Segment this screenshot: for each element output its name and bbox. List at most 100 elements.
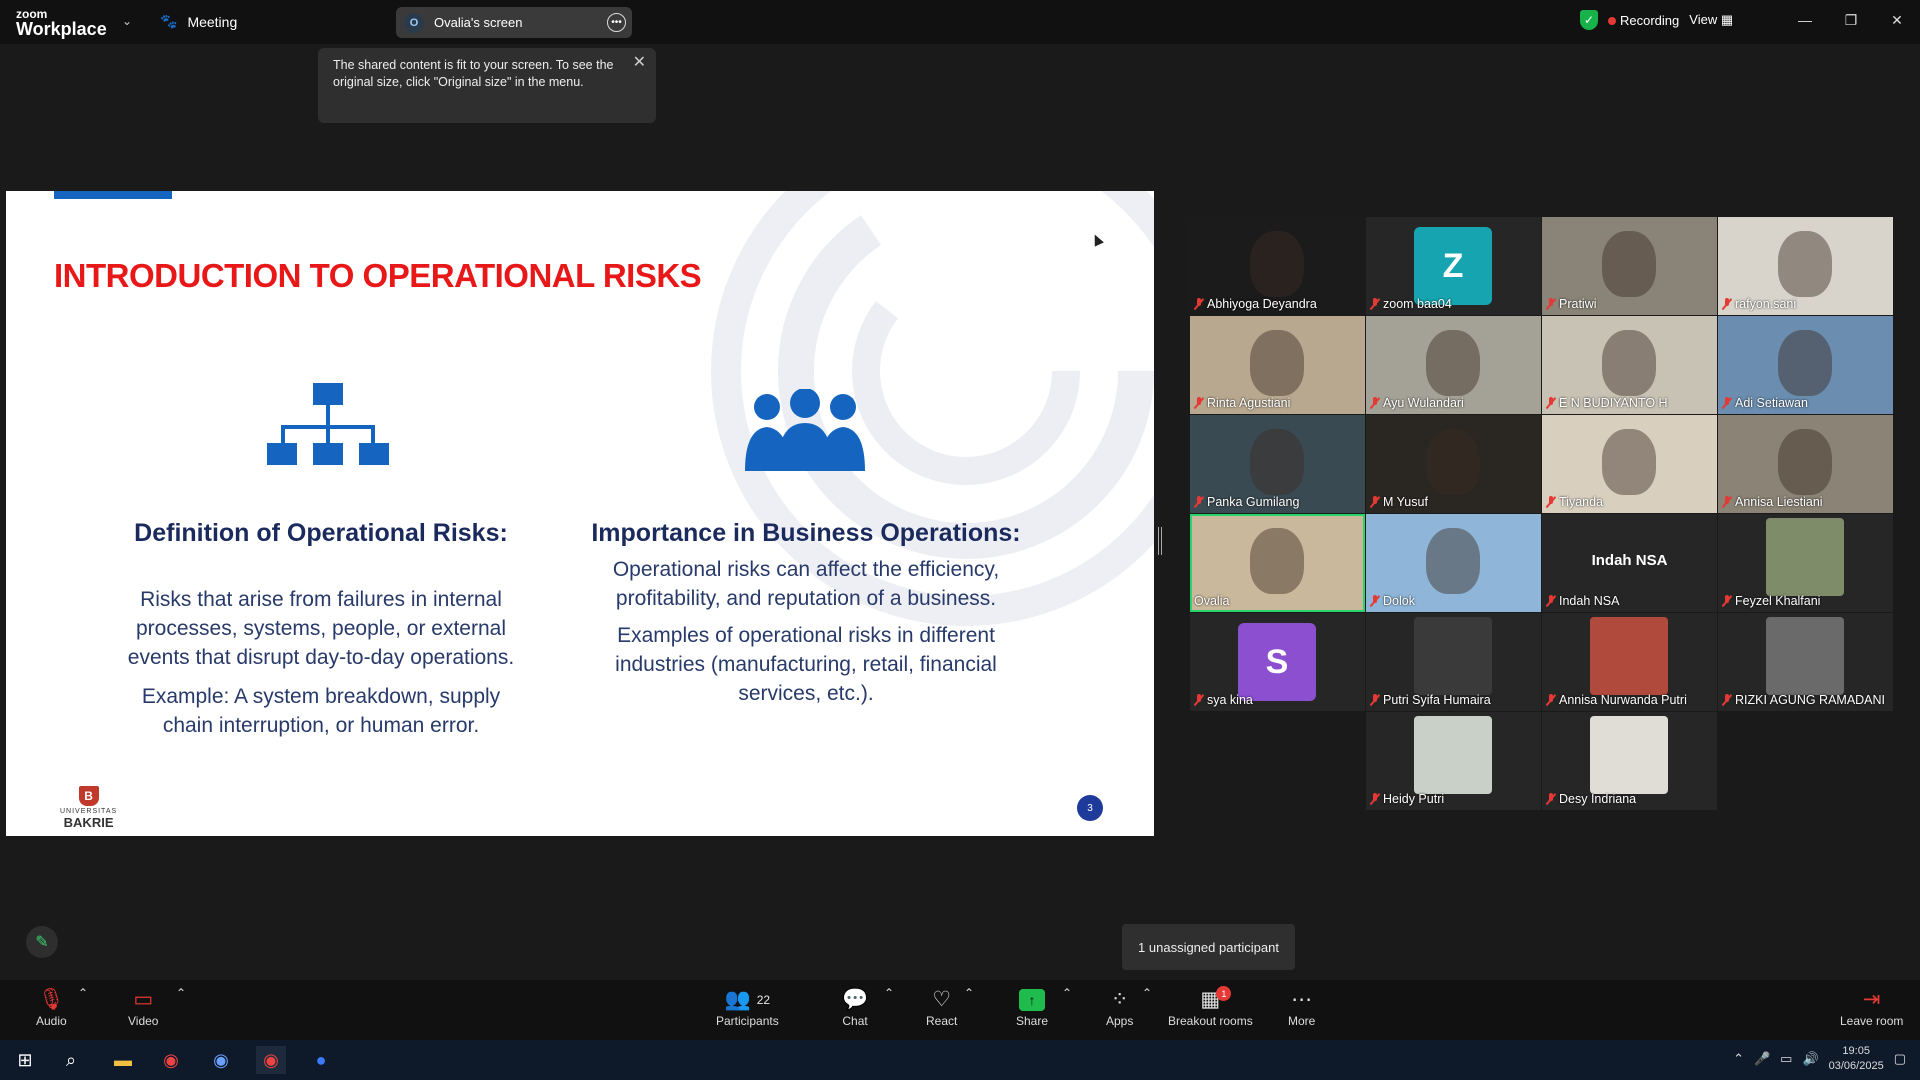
network-icon[interactable]: ▭: [1780, 1051, 1792, 1067]
participant-avatar: Z: [1414, 227, 1492, 305]
participant-tile[interactable]: Indah NSA Indah NSA: [1542, 514, 1717, 612]
participant-tile[interactable]: Ovalia: [1190, 514, 1365, 612]
participant-tile[interactable]: Desy Indriana: [1542, 712, 1717, 810]
participant-tile[interactable]: M Yusuf: [1366, 415, 1541, 513]
annotate-pen-icon[interactable]: ✎: [26, 926, 58, 958]
definition-body: Risks that arise from failures in intern…: [127, 588, 515, 669]
split-divider-handle[interactable]: [1158, 527, 1162, 555]
participant-name: Ayu Wulandari: [1370, 396, 1464, 410]
participant-tile[interactable]: E N BUDIYANTO H: [1542, 316, 1717, 414]
mic-muted-icon: [1722, 694, 1732, 706]
microphone-icon[interactable]: 🎤: [1754, 1051, 1770, 1067]
chrome-active-icon[interactable]: ◉: [256, 1046, 286, 1074]
participant-tile[interactable]: Abhiyoga Deyandra: [1190, 217, 1365, 315]
react-button[interactable]: ♡ React: [926, 986, 957, 1028]
participant-tile[interactable]: Putri Syifa Humaira: [1366, 613, 1541, 711]
restore-icon[interactable]: ❐: [1828, 0, 1874, 40]
close-icon[interactable]: ✕: [1874, 0, 1920, 40]
participant-tile[interactable]: Ayu Wulandari: [1366, 316, 1541, 414]
participants-button[interactable]: 👥 22 Participants: [716, 986, 779, 1028]
system-tray: ⌃ 🎤 ▭ 🔊 19:05 03/06/2025 ▢: [1733, 1044, 1906, 1074]
breakout-rooms-button[interactable]: ▦ 1 Breakout rooms: [1168, 986, 1253, 1028]
participant-tile[interactable]: Pratiwi: [1542, 217, 1717, 315]
mic-muted-icon: [1722, 496, 1732, 508]
participant-tile[interactable]: Annisa Nurwanda Putri: [1542, 613, 1717, 711]
more-button[interactable]: ⋯ More: [1288, 986, 1315, 1028]
participant-tile[interactable]: RIZKI AGUNG RAMADANI: [1718, 613, 1893, 711]
participant-tile[interactable]: Heidy Putri: [1366, 712, 1541, 810]
leave-room-button[interactable]: ⇥ Leave room: [1840, 986, 1903, 1028]
participant-tile[interactable]: Panka Gumilang: [1190, 415, 1365, 513]
apps-options-chevron-icon[interactable]: ⌃: [1142, 986, 1152, 1000]
mic-muted-icon: [1370, 595, 1380, 607]
shield-icon[interactable]: ✓: [1580, 10, 1598, 30]
share-options-chevron-icon[interactable]: ⌃: [1062, 986, 1072, 1000]
video-button[interactable]: ▭ Video: [128, 986, 158, 1028]
share-button[interactable]: ↑ Share: [1016, 986, 1048, 1028]
clock[interactable]: 19:05 03/06/2025: [1829, 1044, 1884, 1074]
search-icon[interactable]: ⌕: [56, 1046, 86, 1074]
audio-button[interactable]: 🎙 Audio: [36, 986, 67, 1028]
mic-muted-icon: [1546, 496, 1556, 508]
volume-icon[interactable]: 🔊: [1802, 1051, 1818, 1067]
participant-name: Annisa Nurwanda Putri: [1546, 693, 1687, 707]
chrome-icon[interactable]: ◉: [156, 1046, 186, 1074]
participant-tile[interactable]: Dolok: [1366, 514, 1541, 612]
participant-video: [1602, 231, 1656, 297]
participant-avatar: S: [1238, 623, 1316, 701]
tray-expand-icon[interactable]: ⌃: [1733, 1051, 1744, 1067]
participant-video: [1426, 528, 1480, 594]
mic-muted-icon: 🎙: [38, 988, 65, 1011]
windows-start-icon[interactable]: ⊞: [10, 1046, 40, 1074]
fit-screen-notice: The shared content is fit to your screen…: [318, 48, 656, 123]
breakout-badge: 1: [1216, 986, 1232, 1001]
participant-tile[interactable]: Feyzel Khalfani: [1718, 514, 1893, 612]
mic-muted-icon: [1546, 694, 1556, 706]
chat-options-chevron-icon[interactable]: ⌃: [884, 986, 894, 1000]
participant-tile[interactable]: Rinta Agustiani: [1190, 316, 1365, 414]
notifications-icon[interactable]: ▢: [1894, 1051, 1906, 1067]
university-crest: B: [78, 786, 99, 806]
participant-tile[interactable]: Zzoom baa04: [1366, 217, 1541, 315]
window-controls: — ❐ ✕: [1782, 0, 1920, 40]
recording-indicator[interactable]: Recording: [1608, 13, 1679, 28]
video-options-chevron-icon[interactable]: ⌃: [176, 986, 186, 1000]
view-button[interactable]: View ▦: [1689, 12, 1733, 28]
participant-name: zoom baa04: [1370, 297, 1452, 311]
mic-muted-icon: [1546, 793, 1556, 805]
mic-muted-icon: [1194, 298, 1204, 310]
participant-tile[interactable]: rafyon.sani: [1718, 217, 1893, 315]
chat-button[interactable]: 💬 Chat: [842, 986, 868, 1028]
meeting-menu[interactable]: 🐾 Meeting: [160, 13, 237, 30]
participant-video: [1778, 429, 1832, 495]
participant-name: Pratiwi: [1546, 297, 1597, 311]
mic-muted-icon: [1370, 298, 1380, 310]
chevron-down-icon[interactable]: ⌄: [122, 14, 132, 28]
participant-video: [1250, 429, 1304, 495]
screen-share-pill[interactable]: O Ovalia's screen •••: [396, 7, 632, 38]
participant-tile[interactable]: Tiyanda: [1542, 415, 1717, 513]
participant-picture: [1414, 716, 1492, 794]
heart-icon: ♡: [932, 988, 952, 1011]
participant-name: rafyon.sani: [1722, 297, 1796, 311]
minimize-icon[interactable]: —: [1782, 0, 1828, 40]
slide-accent-bar: [54, 191, 172, 199]
react-options-chevron-icon[interactable]: ⌃: [964, 986, 974, 1000]
browser-icon[interactable]: ◉: [206, 1046, 236, 1074]
mic-muted-icon: [1370, 793, 1380, 805]
participant-video: [1250, 330, 1304, 396]
apps-button[interactable]: ⁘ Apps: [1106, 986, 1133, 1028]
participant-name: Adi Setiawan: [1722, 396, 1808, 410]
file-explorer-icon[interactable]: ▬: [108, 1046, 138, 1074]
leave-door-icon: ⇥: [1862, 988, 1881, 1011]
close-icon[interactable]: ✕: [633, 54, 646, 71]
participant-tile[interactable]: Annisa Liestiani: [1718, 415, 1893, 513]
participant-tile[interactable]: Ssya kina: [1190, 613, 1365, 711]
participant-name: Indah NSA: [1546, 594, 1619, 608]
mic-muted-icon: [1722, 298, 1732, 310]
zoom-app-icon[interactable]: ●: [306, 1046, 336, 1074]
more-options-icon[interactable]: •••: [607, 13, 626, 32]
audio-options-chevron-icon[interactable]: ⌃: [78, 986, 88, 1000]
participant-tile[interactable]: Adi Setiawan: [1718, 316, 1893, 414]
participant-video: [1778, 330, 1832, 396]
